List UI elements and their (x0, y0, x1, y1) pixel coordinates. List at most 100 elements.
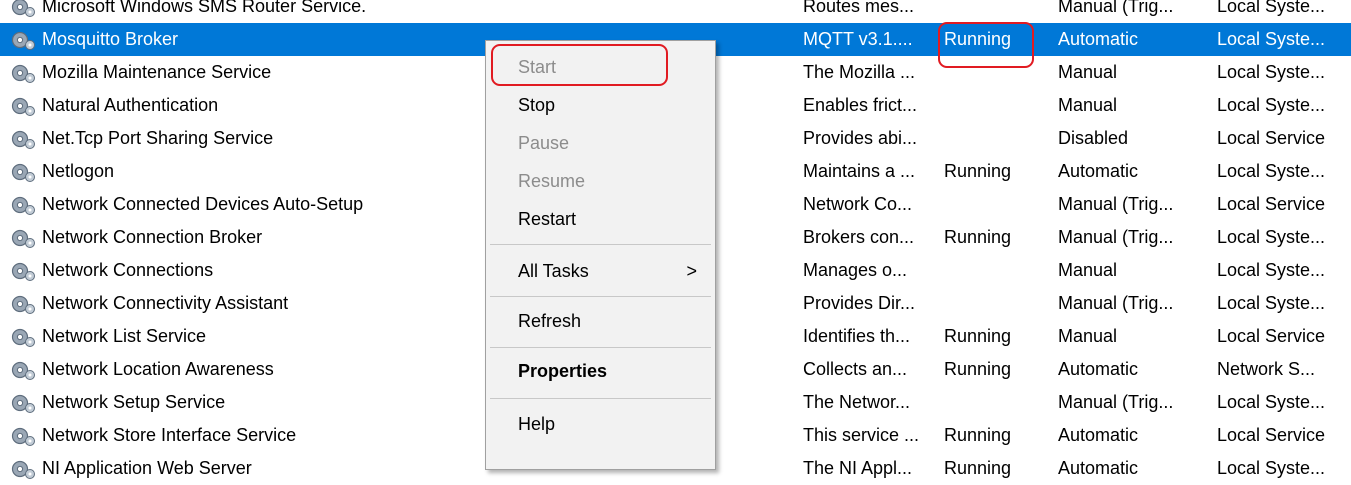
service-gear-icon (10, 23, 38, 56)
service-log-on-as: Local Syste... (1217, 95, 1326, 115)
service-gear-icon (10, 188, 38, 221)
service-name: Network Connection Broker (42, 227, 263, 247)
service-name: Network Connected Devices Auto-Setup (42, 194, 364, 214)
service-log-on-as: Local Service (1217, 425, 1326, 445)
service-description: Network Co... (803, 194, 913, 214)
service-name: Net.Tcp Port Sharing Service (42, 128, 274, 148)
menu-item-all-tasks[interactable]: All Tasks > (486, 253, 715, 289)
menu-item-start-label: Start (518, 57, 557, 77)
service-gear-icon (10, 419, 38, 452)
service-name: Mozilla Maintenance Service (42, 62, 272, 82)
service-name: Microsoft Windows SMS Router Service. (42, 0, 367, 16)
menu-item-restart[interactable]: Restart (486, 201, 715, 237)
service-name: Network Location Awareness (42, 359, 274, 379)
service-description: The Networ... (803, 392, 911, 412)
menu-item-refresh[interactable]: Refresh (486, 303, 715, 339)
service-name: Natural Authentication (42, 95, 219, 115)
service-status: Running (944, 161, 1012, 181)
menu-item-all-tasks-label: All Tasks (518, 261, 589, 281)
service-name: Network List Service (42, 326, 207, 346)
service-name: Network Setup Service (42, 392, 226, 412)
service-status: Running (944, 227, 1012, 247)
service-gear-icon (10, 452, 38, 485)
service-startup-type: Manual (1058, 95, 1118, 115)
service-name: Mosquitto Broker (42, 29, 179, 49)
menu-item-help-label: Help (518, 414, 556, 434)
menu-item-stop[interactable]: Stop (486, 87, 715, 123)
service-log-on-as: Local Syste... (1217, 227, 1326, 247)
service-startup-type: Manual (1058, 260, 1118, 280)
service-startup-type: Manual (Trig... (1058, 392, 1174, 412)
menu-item-pause-label: Pause (518, 133, 570, 153)
service-row[interactable]: Microsoft Windows SMS Router Service. Ro… (0, 0, 1351, 23)
service-status: Running (944, 359, 1012, 379)
service-gear-icon (10, 122, 38, 155)
service-description: Maintains a ... (803, 161, 916, 181)
service-startup-type: Manual (1058, 62, 1118, 82)
service-gear-icon (10, 386, 38, 419)
service-log-on-as: Local Syste... (1217, 62, 1326, 82)
service-startup-type: Automatic (1058, 458, 1139, 478)
menu-separator (490, 347, 711, 348)
service-description: MQTT v3.1.... (803, 29, 913, 49)
chevron-right-icon: > (686, 261, 697, 281)
menu-item-stop-label: Stop (518, 95, 556, 115)
menu-item-resume-label: Resume (518, 171, 586, 191)
service-log-on-as: Local Syste... (1217, 392, 1326, 412)
service-description: Provides abi... (803, 128, 918, 148)
service-description: Routes mes... (803, 0, 915, 16)
menu-separator (490, 244, 711, 245)
service-startup-type: Automatic (1058, 161, 1139, 181)
service-gear-icon (10, 221, 38, 254)
service-log-on-as: Local Service (1217, 194, 1326, 214)
service-log-on-as: Local Syste... (1217, 293, 1326, 313)
service-startup-type: Automatic (1058, 359, 1139, 379)
service-description: Collects an... (803, 359, 908, 379)
service-startup-type: Manual (Trig... (1058, 194, 1174, 214)
service-startup-type: Automatic (1058, 29, 1139, 49)
service-log-on-as: Local Service (1217, 326, 1326, 346)
service-log-on-as: Local Syste... (1217, 260, 1326, 280)
service-startup-type: Automatic (1058, 425, 1139, 445)
menu-item-pause[interactable]: Pause (486, 125, 715, 161)
service-gear-icon (10, 254, 38, 287)
service-gear-icon (10, 320, 38, 353)
service-startup-type: Disabled (1058, 128, 1129, 148)
menu-item-properties-label: Properties (518, 361, 608, 381)
service-name: NI Application Web Server (42, 458, 252, 478)
service-description: The NI Appl... (803, 458, 913, 478)
menu-separator (490, 398, 711, 399)
menu-item-help[interactable]: Help (486, 406, 715, 442)
menu-separator (490, 296, 711, 297)
service-name: Netlogon (42, 161, 115, 181)
service-description: Manages o... (803, 260, 908, 280)
service-log-on-as: Local Syste... (1217, 161, 1326, 181)
service-gear-icon (10, 155, 38, 188)
service-name: Network Connectivity Assistant (42, 293, 289, 313)
menu-item-properties[interactable]: Properties (486, 353, 715, 389)
service-status: Running (944, 458, 1012, 478)
service-gear-icon (10, 56, 38, 89)
service-description: This service ... (803, 425, 920, 445)
service-startup-type: Manual (Trig... (1058, 0, 1174, 16)
service-name: Network Store Interface Service (42, 425, 297, 445)
service-name: Network Connections (42, 260, 214, 280)
service-log-on-as: Local Syste... (1217, 29, 1326, 49)
service-startup-type: Manual (Trig... (1058, 293, 1174, 313)
menu-item-restart-label: Restart (518, 209, 577, 229)
menu-item-refresh-label: Refresh (518, 311, 582, 331)
context-menu: Start Stop Pause Resume Restart All Task… (485, 40, 716, 470)
menu-item-start[interactable]: Start (486, 49, 715, 85)
service-gear-icon (10, 0, 38, 23)
service-description: Identifies th... (803, 326, 911, 346)
service-startup-type: Manual (1058, 326, 1118, 346)
service-description: Enables frict... (803, 95, 918, 115)
service-log-on-as: Local Syste... (1217, 0, 1326, 16)
service-log-on-as: Local Syste... (1217, 458, 1326, 478)
service-status: Running (944, 425, 1012, 445)
menu-item-resume[interactable]: Resume (486, 163, 715, 199)
service-gear-icon (10, 89, 38, 122)
service-gear-icon (10, 287, 38, 320)
service-log-on-as: Network S... (1217, 359, 1316, 379)
service-description: Provides Dir... (803, 293, 916, 313)
